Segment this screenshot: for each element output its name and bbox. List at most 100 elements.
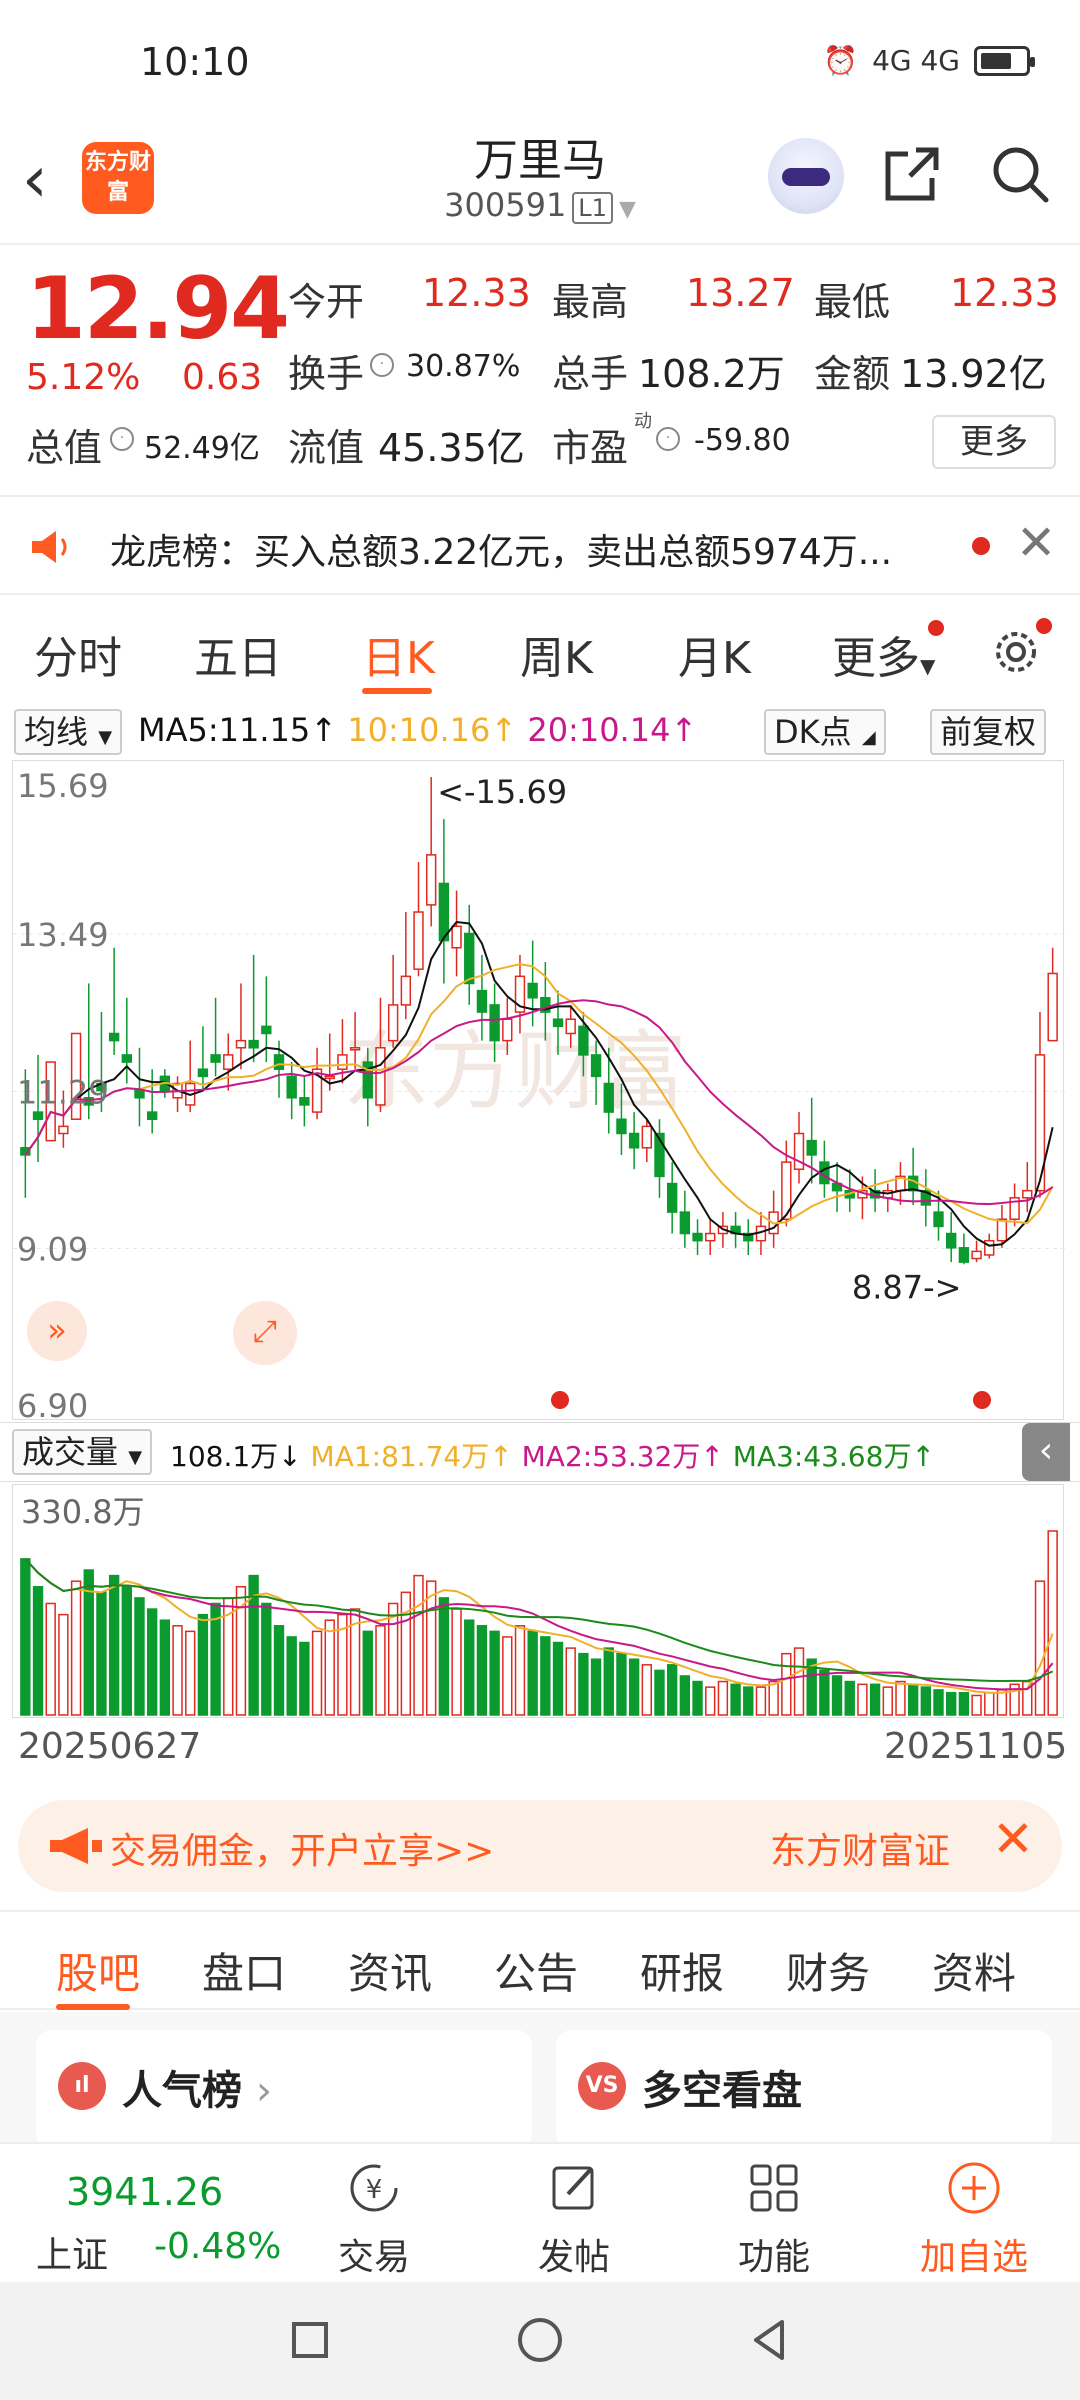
candle-body-down bbox=[197, 1068, 209, 1078]
expand-icon[interactable]: ⤢ bbox=[233, 1301, 297, 1365]
volume-bar bbox=[590, 1658, 602, 1716]
volume-bar bbox=[413, 1574, 424, 1716]
promo-brand: 东方财富证 bbox=[770, 1831, 951, 1872]
back-icon[interactable]: ‹ bbox=[22, 148, 72, 218]
assistant-robot-icon[interactable] bbox=[768, 138, 844, 214]
megaphone-icon bbox=[50, 1828, 102, 1864]
tab-pankou[interactable]: 盘口 bbox=[202, 1940, 286, 2001]
info-icon[interactable]: · bbox=[656, 427, 680, 451]
volume-bar bbox=[768, 1680, 779, 1716]
low-value: 12.33 bbox=[950, 271, 1059, 315]
volume-bar bbox=[666, 1664, 678, 1716]
candle bbox=[793, 1112, 805, 1184]
volume-chart[interactable]: 330.8万 bbox=[12, 1484, 1064, 1718]
stock-code[interactable]: 300591 L1 ▼ bbox=[380, 186, 700, 224]
candle-body-up bbox=[400, 975, 412, 1006]
tab-five-day[interactable]: 五日 bbox=[194, 622, 282, 686]
settings-gear-icon[interactable] bbox=[988, 624, 1044, 680]
volume-bar bbox=[705, 1686, 716, 1716]
ma-selector-label: 均线 bbox=[24, 713, 89, 751]
tab-intraday[interactable]: 分时 bbox=[34, 622, 122, 686]
candle-body-up bbox=[996, 1218, 1008, 1242]
back-nav-icon[interactable] bbox=[740, 2310, 800, 2370]
event-marker[interactable] bbox=[973, 1391, 991, 1409]
volume-bar bbox=[451, 1608, 462, 1716]
volume-bar bbox=[781, 1652, 792, 1716]
volume-bar bbox=[172, 1625, 183, 1716]
trade-button[interactable]: ¥ 交易 bbox=[284, 2144, 464, 2284]
news-text[interactable]: 龙虎榜：买入总额3.22亿元，卖出总额5974万... bbox=[110, 523, 892, 575]
card-title: 多空看盘 bbox=[642, 2068, 802, 2114]
functions-button[interactable]: 功能 bbox=[684, 2144, 864, 2284]
tab-announcements[interactable]: 公告 bbox=[494, 1940, 578, 2001]
volume-bar bbox=[565, 1647, 576, 1716]
turnover-label: 换手 bbox=[288, 352, 365, 396]
search-icon[interactable] bbox=[988, 142, 1052, 206]
kline-chart[interactable]: 东方财富 15.69 13.49 11.29 9.09 6.90 <-15.69 8.87-… bbox=[12, 760, 1065, 1421]
candle bbox=[235, 983, 247, 1070]
promo-text[interactable]: 交易佣金，开户立享>> bbox=[110, 1822, 494, 1874]
candle-body-down bbox=[552, 1018, 564, 1028]
tab-financials[interactable]: 财务 bbox=[786, 1940, 870, 2001]
ma-selector[interactable]: 均线 ▼ bbox=[14, 709, 123, 755]
candle bbox=[1047, 947, 1058, 1042]
candle bbox=[831, 1162, 843, 1213]
bull-bear-card[interactable]: VS 多空看盘 bbox=[556, 2030, 1052, 2150]
promo-banner[interactable]: 交易佣金，开户立享>> 东方财富证 ✕ bbox=[18, 1800, 1062, 1892]
add-watchlist-button[interactable]: 加自选 bbox=[884, 2144, 1064, 2284]
index-value[interactable]: 3941.26 bbox=[66, 2170, 223, 2214]
candle-body-down bbox=[628, 1132, 640, 1149]
candle-body-down bbox=[958, 1247, 970, 1263]
mktcap-value: 52.49亿 bbox=[144, 431, 260, 466]
volume-bar bbox=[743, 1686, 754, 1716]
tab-monthly-k[interactable]: 月K bbox=[678, 622, 751, 686]
close-icon[interactable]: ✕ bbox=[1016, 515, 1056, 571]
collapse-panel-icon[interactable]: ‹ bbox=[1022, 1423, 1070, 1481]
index-name[interactable]: 上证 bbox=[36, 2226, 108, 2278]
recent-apps-icon[interactable] bbox=[280, 2310, 340, 2370]
news-banner[interactable]: 龙虎榜：买入总额3.22亿元，卖出总额5974万... ✕ bbox=[0, 495, 1080, 595]
info-icon[interactable]: · bbox=[110, 427, 134, 451]
tab-news[interactable]: 资讯 bbox=[348, 1940, 432, 2001]
battery-icon bbox=[974, 45, 1035, 76]
tab-weekly-k[interactable]: 周K bbox=[520, 622, 593, 686]
tab-more[interactable]: 更多▼ bbox=[832, 622, 935, 686]
open-label: 今开 bbox=[288, 280, 365, 324]
volume-bar bbox=[375, 1625, 386, 1716]
close-icon[interactable]: ✕ bbox=[992, 1810, 1034, 1868]
tab-more-label: 更多 bbox=[832, 633, 920, 684]
home-icon[interactable] bbox=[510, 2310, 570, 2370]
tab-guba[interactable]: 股吧 bbox=[56, 1940, 140, 2001]
adjust-button[interactable]: 前复权 bbox=[930, 709, 1047, 755]
volume-bar bbox=[438, 1597, 450, 1716]
volume-bar bbox=[286, 1636, 297, 1716]
stock-name: 万里马 bbox=[474, 135, 606, 186]
candle-body-up bbox=[705, 1232, 716, 1242]
dk-point-button[interactable]: DK点 ◢ bbox=[764, 709, 886, 755]
candle-body-up bbox=[426, 854, 437, 906]
volume-selector[interactable]: 成交量 ▼ bbox=[12, 1429, 153, 1475]
double-chevron-right-icon[interactable]: » bbox=[27, 1301, 87, 1361]
candle-body-down bbox=[121, 1054, 132, 1063]
share-icon[interactable] bbox=[880, 142, 944, 206]
candle-body-up bbox=[502, 1018, 513, 1042]
tab-profile[interactable]: 资料 bbox=[932, 1940, 1016, 2001]
info-icon[interactable]: · bbox=[370, 353, 394, 377]
candle-body-down bbox=[933, 1211, 944, 1228]
candle bbox=[375, 997, 386, 1113]
y-tick-label: 6.90 bbox=[17, 1387, 88, 1421]
volume-bar bbox=[628, 1658, 640, 1716]
unread-dot bbox=[972, 537, 990, 555]
post-button[interactable]: 发帖 bbox=[484, 2144, 664, 2284]
trade-label: 交易 bbox=[337, 2237, 410, 2278]
event-marker[interactable] bbox=[551, 1391, 569, 1409]
index-change[interactable]: -0.48% bbox=[154, 2226, 281, 2267]
ma-values: MA5:11.15↑ 10:10.16↑ 20:10.14↑ bbox=[138, 711, 697, 749]
tab-daily-k[interactable]: 日K bbox=[362, 622, 435, 686]
tab-research[interactable]: 研报 bbox=[640, 1940, 724, 2001]
popularity-card[interactable]: ıl 人气榜 › bbox=[36, 2030, 532, 2150]
volume-svg: 330.8万 bbox=[20, 1493, 1058, 1716]
volume-indicator-row: 成交量 ▼ 108.1万↓ MA1:81.74万↑ MA2:53.32万↑ MA… bbox=[0, 1422, 1080, 1482]
more-button[interactable]: 更多 bbox=[932, 415, 1056, 469]
volume-bar bbox=[121, 1586, 132, 1716]
